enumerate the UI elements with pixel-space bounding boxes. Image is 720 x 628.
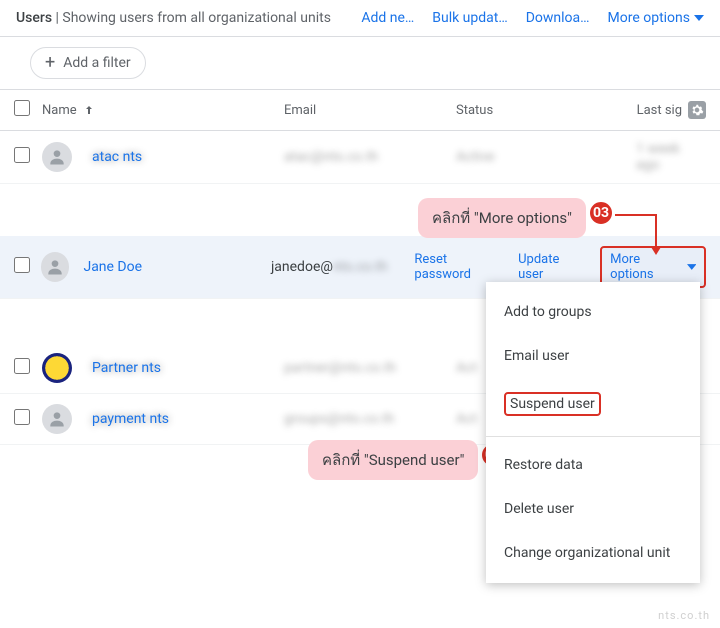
user-status: Act [456, 411, 477, 427]
user-email: partner@nts.co.th [284, 360, 396, 376]
dropdown-change-ou[interactable]: Change organizational unit [486, 531, 700, 575]
title-rest: | Showing users from all organizational … [52, 10, 331, 26]
row-checkbox[interactable] [14, 147, 30, 163]
reset-password-link[interactable]: Reset password [414, 252, 502, 282]
bulk-update-link[interactable]: Bulk updat… [432, 10, 507, 26]
plus-icon: + [45, 54, 55, 72]
gear-icon[interactable] [688, 101, 706, 119]
add-filter-button[interactable]: + Add a filter [30, 47, 146, 79]
avatar [42, 353, 72, 383]
user-name[interactable]: atac nts [92, 149, 142, 165]
add-new-link[interactable]: Add ne… [361, 10, 414, 26]
user-name[interactable]: Jane Doe [83, 259, 270, 275]
user-last: 1 week ago [636, 141, 706, 173]
user-name[interactable]: payment nts [92, 411, 169, 427]
more-options-label: More options [608, 10, 691, 26]
table-row: atac nts atac@nts.co.th Active 1 week ag… [0, 131, 720, 184]
caret-down-icon [694, 13, 704, 23]
row-checkbox[interactable] [14, 358, 30, 374]
col-name[interactable]: Name [42, 103, 284, 118]
badge-03: 03 [588, 200, 614, 226]
dropdown-suspend-user[interactable]: Suspend user [486, 378, 700, 430]
row-checkbox[interactable] [14, 257, 30, 273]
user-email: atac@nts.co.th [284, 149, 378, 165]
user-email: groups@nts.co.th [284, 411, 394, 427]
col-last[interactable]: Last sig [636, 101, 706, 119]
more-options-dropdown: Add to groups Email user Suspend user Re… [486, 282, 700, 583]
user-email-blur: nts.co.th [333, 259, 388, 275]
page-title: Users | Showing users from all organizat… [16, 10, 361, 26]
dropdown-delete-user[interactable]: Delete user [486, 487, 700, 531]
download-link[interactable]: Downloa… [526, 10, 590, 26]
user-status: Active [456, 149, 495, 165]
update-user-link[interactable]: Update user [518, 252, 584, 282]
dropdown-add-to-groups[interactable]: Add to groups [486, 290, 700, 334]
watermark: nts.co.th [658, 609, 710, 622]
dropdown-restore-data[interactable]: Restore data [486, 443, 700, 487]
col-status[interactable]: Status [456, 103, 636, 118]
table-header: Name Email Status Last sig [0, 89, 720, 131]
more-options-header[interactable]: More options [608, 10, 705, 26]
user-name[interactable]: Partner nts [92, 360, 161, 376]
avatar [42, 404, 72, 434]
user-email-prefix: janedoe@ [271, 259, 333, 275]
col-email[interactable]: Email [284, 103, 456, 118]
callout-03: คลิกที่ "More options" [418, 198, 586, 238]
caret-down-icon [687, 262, 696, 272]
row-checkbox[interactable] [14, 409, 30, 425]
avatar [42, 142, 72, 172]
add-filter-label: Add a filter [63, 55, 130, 71]
avatar [41, 252, 70, 282]
select-all-checkbox[interactable] [14, 100, 30, 116]
sort-up-icon [83, 104, 95, 116]
divider [486, 436, 700, 437]
user-status: Act [456, 360, 477, 376]
callout-04: คลิกที่ "Suspend user" [308, 440, 478, 480]
dropdown-email-user[interactable]: Email user [486, 334, 700, 378]
title-bold: Users [16, 10, 52, 26]
